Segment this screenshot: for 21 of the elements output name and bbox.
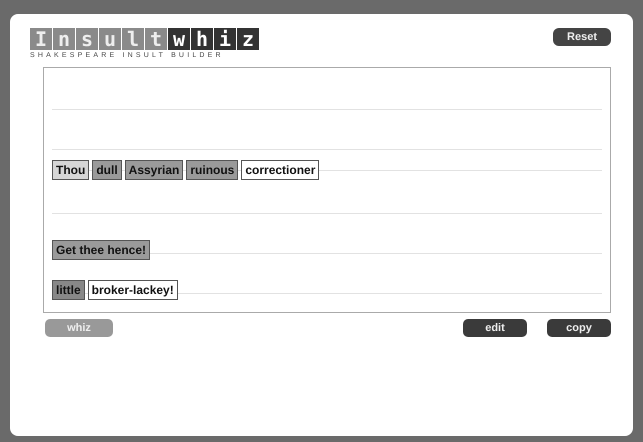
action-button[interactable]: copy xyxy=(547,319,611,337)
logo-letter: I xyxy=(30,28,52,50)
word-tile[interactable]: dull xyxy=(92,160,122,180)
logo-letter: w xyxy=(168,28,190,50)
action-button[interactable]: edit xyxy=(463,319,527,337)
logo-letter: n xyxy=(53,28,75,50)
logo-letter: u xyxy=(99,28,121,50)
logo-letter: h xyxy=(191,28,213,50)
word-tile[interactable]: Assyrian xyxy=(124,160,184,180)
logo-letter: t xyxy=(145,28,167,50)
logo-letter: i xyxy=(214,28,236,50)
word-tile[interactable]: Thou xyxy=(52,160,90,180)
word-tile[interactable]: Get thee hence! xyxy=(52,240,150,260)
reset-button[interactable]: Reset xyxy=(553,28,611,46)
word-tile[interactable]: correctioner xyxy=(241,160,320,180)
logo-letter: s xyxy=(76,28,98,50)
logo-letter: l xyxy=(122,28,144,50)
word-tile[interactable]: broker-lackey! xyxy=(88,280,178,300)
logo-letter: z xyxy=(237,28,259,50)
word-tile[interactable]: little xyxy=(52,280,85,300)
word-tile[interactable]: ruinous xyxy=(186,160,238,180)
